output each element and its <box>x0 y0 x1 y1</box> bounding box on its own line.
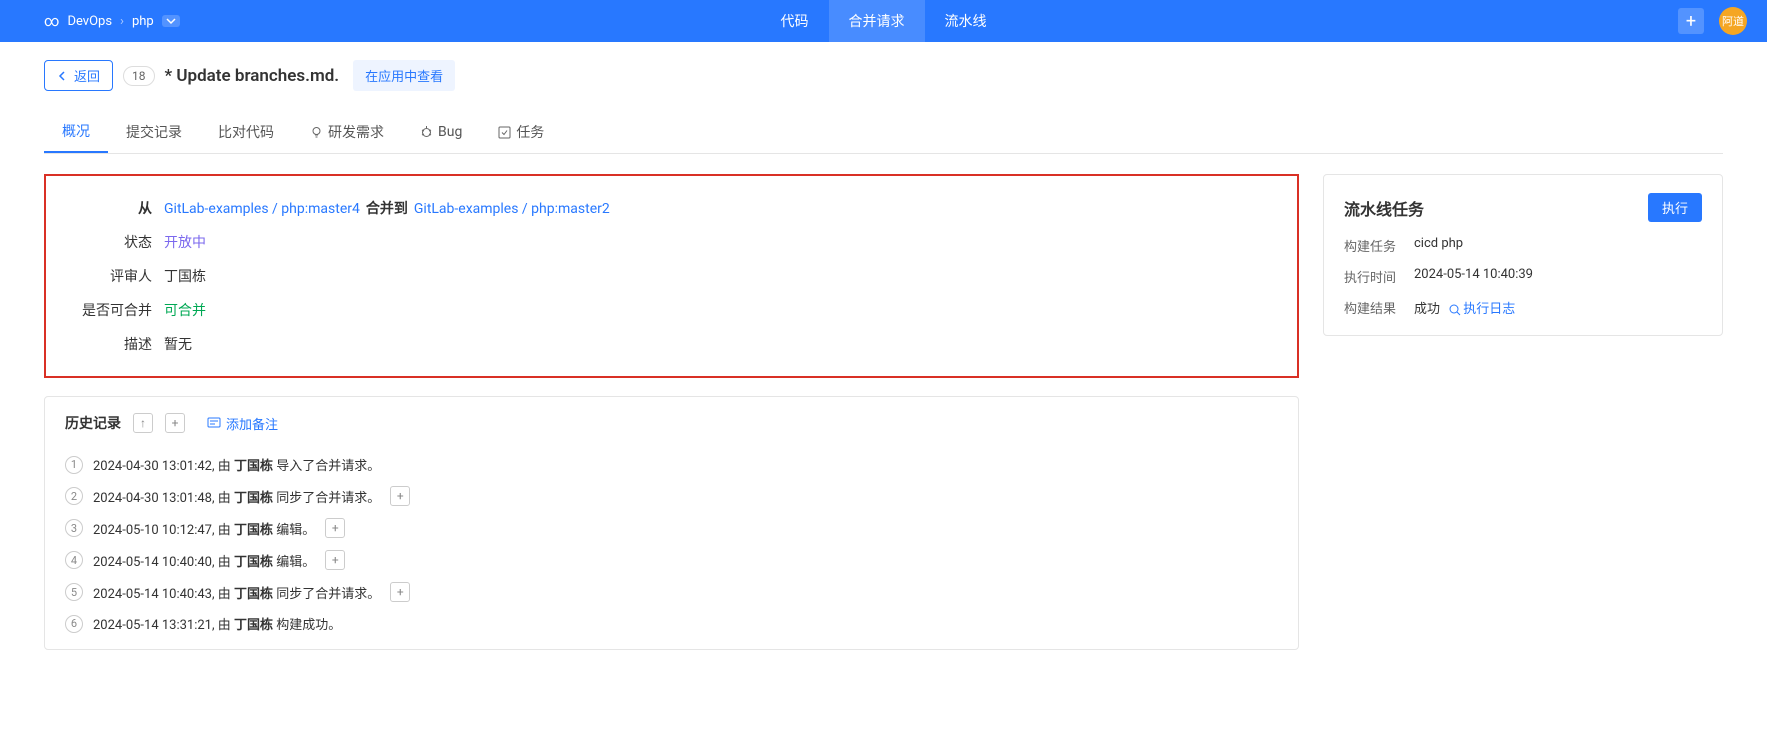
checkbox-icon <box>498 126 511 139</box>
expand-item-button[interactable]: + <box>390 486 410 506</box>
lightbulb-icon <box>310 126 323 139</box>
desc-label: 描述 <box>64 334 152 354</box>
history-number: 5 <box>65 583 83 601</box>
history-title: 历史记录 <box>65 413 121 433</box>
project-dropdown[interactable] <box>162 15 180 27</box>
tab-tasks[interactable]: 任务 <box>480 111 562 153</box>
mergeable-value: 可合并 <box>164 300 206 320</box>
add-button[interactable]: + <box>1678 8 1704 34</box>
build-task-label: 构建任务 <box>1344 236 1414 255</box>
avatar[interactable]: 阿道 <box>1719 7 1747 35</box>
history-list: 1 2024-04-30 13:01:42, 由 丁国栋 导入了合并请求。 2 202… <box>65 449 1278 639</box>
nav-merge-requests[interactable]: 合并请求 <box>829 0 925 42</box>
breadcrumb: ∞ DevOps › php <box>44 12 180 30</box>
history-text: 2024-04-30 13:01:42, 由 丁国栋 导入了合并请求。 <box>93 455 380 474</box>
note-icon <box>207 416 221 430</box>
breadcrumb-separator: › <box>120 14 124 29</box>
history-text: 2024-05-14 10:40:40, 由 丁国栋 编辑。 <box>93 551 315 570</box>
build-task-value: cicd php <box>1414 236 1702 255</box>
from-branch[interactable]: GitLab-examples / php:master4 <box>164 201 360 217</box>
mergeable-label: 是否可合并 <box>64 300 152 320</box>
to-branch[interactable]: GitLab-examples / php:master2 <box>414 201 610 217</box>
bug-icon <box>420 126 433 139</box>
history-item: 6 2024-05-14 13:31:21, 由 丁国栋 构建成功。 <box>65 608 1278 639</box>
mr-id: 18 <box>123 66 155 86</box>
desc-value: 暂无 <box>164 334 192 354</box>
history-item: 3 2024-05-10 10:12:47, 由 丁国栋 编辑。 + <box>65 512 1278 544</box>
page-title: * Update branches.md. <box>165 66 340 86</box>
expand-item-button[interactable]: + <box>325 550 345 570</box>
history-box: 历史记录 ↑ + 添加备注 1 2024-04-30 13:01:42, 由 丁国… <box>44 396 1299 650</box>
devops-icon: ∞ <box>44 12 59 30</box>
execute-button[interactable]: 执行 <box>1648 193 1702 222</box>
search-icon <box>1449 304 1461 316</box>
history-item: 5 2024-05-14 10:40:43, 由 丁国栋 同步了合并请求。 + <box>65 576 1278 608</box>
history-item: 2 2024-04-30 13:01:48, 由 丁国栋 同步了合并请求。 + <box>65 480 1278 512</box>
app-view-button[interactable]: 在应用中查看 <box>353 60 455 91</box>
tabs: 概况 提交记录 比对代码 研发需求 Bug 任务 <box>44 111 1723 154</box>
expand-button[interactable]: + <box>165 413 185 433</box>
from-label: 从 <box>64 198 152 218</box>
tab-requirements[interactable]: 研发需求 <box>292 111 402 153</box>
tab-bug[interactable]: Bug <box>402 111 480 153</box>
expand-item-button[interactable]: + <box>390 582 410 602</box>
pipeline-title: 流水线任务 <box>1344 196 1424 220</box>
exec-time-value: 2024-05-14 10:40:39 <box>1414 267 1702 286</box>
collapse-button[interactable]: ↑ <box>133 413 153 433</box>
exec-time-label: 执行时间 <box>1344 267 1414 286</box>
tab-commits[interactable]: 提交记录 <box>108 111 200 153</box>
history-number: 3 <box>65 519 83 537</box>
back-button[interactable]: 返回 <box>44 60 113 91</box>
pipeline-box: 流水线任务 执行 构建任务 cicd php 执行时间 2024-05-14 1… <box>1323 174 1723 336</box>
history-number: 1 <box>65 456 83 474</box>
chevron-down-icon <box>166 16 176 26</box>
content: 从 GitLab-examples / php:master4 合并到 GitL… <box>0 154 1767 670</box>
to-label: 合并到 <box>366 198 408 218</box>
history-number: 4 <box>65 551 83 569</box>
arrow-left-icon <box>57 70 69 82</box>
sub-header: 返回 18 * Update branches.md. 在应用中查看 <box>0 42 1767 91</box>
project-name[interactable]: php <box>132 14 154 29</box>
nav-pipelines[interactable]: 流水线 <box>925 0 1007 42</box>
reviewer-value: 丁国栋 <box>164 266 206 286</box>
info-box: 从 GitLab-examples / php:master4 合并到 GitL… <box>44 174 1299 378</box>
brand-name[interactable]: DevOps <box>67 14 112 29</box>
top-nav: 代码 合并请求 流水线 <box>761 0 1007 42</box>
history-number: 2 <box>65 487 83 505</box>
history-number: 6 <box>65 615 83 633</box>
history-text: 2024-05-14 13:31:21, 由 丁国栋 构建成功。 <box>93 614 341 633</box>
history-text: 2024-04-30 13:01:48, 由 丁国栋 同步了合并请求。 <box>93 487 380 506</box>
exec-log-link[interactable]: 执行日志 <box>1449 302 1515 317</box>
history-header: 历史记录 ↑ + 添加备注 <box>65 413 1278 433</box>
add-note-button[interactable]: 添加备注 <box>207 414 278 433</box>
right-column: 流水线任务 执行 构建任务 cicd php 执行时间 2024-05-14 1… <box>1323 174 1723 336</box>
history-item: 4 2024-05-14 10:40:40, 由 丁国栋 编辑。 + <box>65 544 1278 576</box>
expand-item-button[interactable]: + <box>325 518 345 538</box>
top-bar: ∞ DevOps › php 代码 合并请求 流水线 + 阿道 <box>0 0 1767 42</box>
tab-diff[interactable]: 比对代码 <box>200 111 292 153</box>
reviewer-label: 评审人 <box>64 266 152 286</box>
build-result-label: 构建结果 <box>1344 298 1414 317</box>
left-column: 从 GitLab-examples / php:master4 合并到 GitL… <box>44 174 1299 650</box>
history-text: 2024-05-10 10:12:47, 由 丁国栋 编辑。 <box>93 519 315 538</box>
history-item: 1 2024-04-30 13:01:42, 由 丁国栋 导入了合并请求。 <box>65 449 1278 480</box>
history-text: 2024-05-14 10:40:43, 由 丁国栋 同步了合并请求。 <box>93 583 380 602</box>
status-label: 状态 <box>64 232 152 252</box>
build-result-value: 成功 执行日志 <box>1414 298 1702 317</box>
nav-code[interactable]: 代码 <box>761 0 829 42</box>
status-value: 开放中 <box>164 232 206 252</box>
tab-overview[interactable]: 概况 <box>44 111 108 153</box>
top-right: + 阿道 <box>1678 7 1747 35</box>
